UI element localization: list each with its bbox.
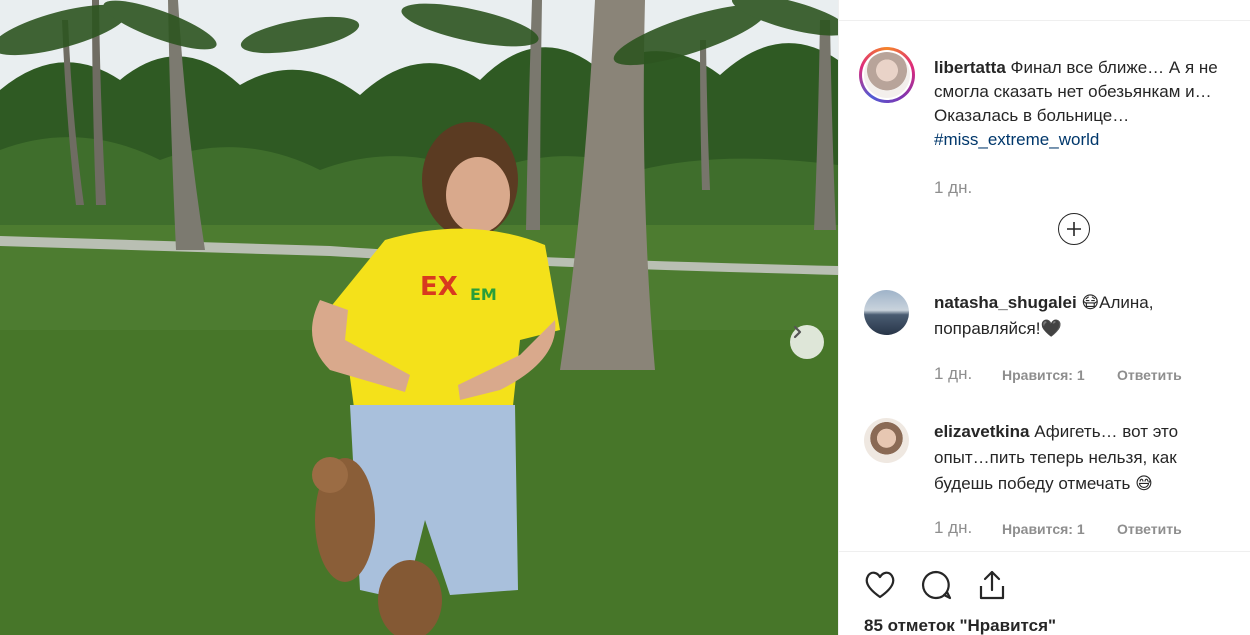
divider	[839, 20, 1250, 21]
comment-time[interactable]: 1 дн.	[934, 364, 972, 384]
comment-username[interactable]: elizavetkina	[934, 422, 1029, 441]
comment-time[interactable]: 1 дн.	[934, 518, 972, 538]
comment: natasha_shugalei 😷Алина, поправляйся!🖤	[934, 290, 1250, 342]
photo-illustration: EX EM	[0, 0, 838, 635]
caption-username[interactable]: libertatta	[934, 58, 1006, 77]
post-photo: EX EM	[0, 0, 838, 635]
caption-text-line2: смогла сказать нет обезьянкам и…	[934, 82, 1212, 101]
chevron-right-icon	[793, 325, 802, 339]
next-photo-button[interactable]	[790, 325, 824, 359]
comment: elizavetkina Афигеть… вот это опыт…пить …	[934, 419, 1250, 497]
reply-button[interactable]: Ответить	[1117, 367, 1182, 383]
load-more-comments-button[interactable]	[1058, 213, 1090, 245]
caption-text-line3: Оказалась в больнице…	[934, 106, 1130, 125]
commenter-avatar[interactable]	[864, 418, 909, 463]
comment-username[interactable]: natasha_shugalei	[934, 293, 1077, 312]
comment-bubble-icon[interactable]	[919, 568, 953, 602]
reply-button[interactable]: Ответить	[1117, 521, 1182, 537]
comment-text: будешь победу отмечать 😅	[934, 474, 1153, 493]
commenter-avatar[interactable]	[864, 290, 909, 335]
comment-text: Афигеть… вот это	[1034, 422, 1179, 441]
caption-text-line1: Финал все ближе… А я не	[1010, 58, 1218, 77]
post-caption: libertatta Финал все ближе… А я не смогл…	[934, 56, 1250, 152]
plus-circle-icon	[1067, 222, 1081, 236]
post-side-panel: libertatta Финал все ближе… А я не смогл…	[838, 0, 1250, 635]
heart-icon[interactable]	[863, 568, 897, 602]
comment-text: 😷Алина,	[1081, 293, 1154, 312]
svg-text:EX: EX	[420, 272, 458, 302]
comment-text: опыт…пить теперь нельзя, как	[934, 448, 1177, 467]
divider	[839, 551, 1250, 552]
author-avatar[interactable]	[859, 47, 915, 103]
share-icon[interactable]	[975, 568, 1009, 602]
caption-hashtag[interactable]: #miss_extreme_world	[934, 128, 1250, 152]
svg-text:EM: EM	[470, 285, 497, 304]
comment-likes-count[interactable]: Нравится: 1	[1002, 521, 1085, 537]
comment-text: поправляйся!🖤	[934, 319, 1062, 338]
caption-time[interactable]: 1 дн.	[934, 178, 972, 198]
comment-likes-count[interactable]: Нравится: 1	[1002, 367, 1085, 383]
likes-count[interactable]: 85 отметок "Нравится"	[864, 616, 1056, 635]
